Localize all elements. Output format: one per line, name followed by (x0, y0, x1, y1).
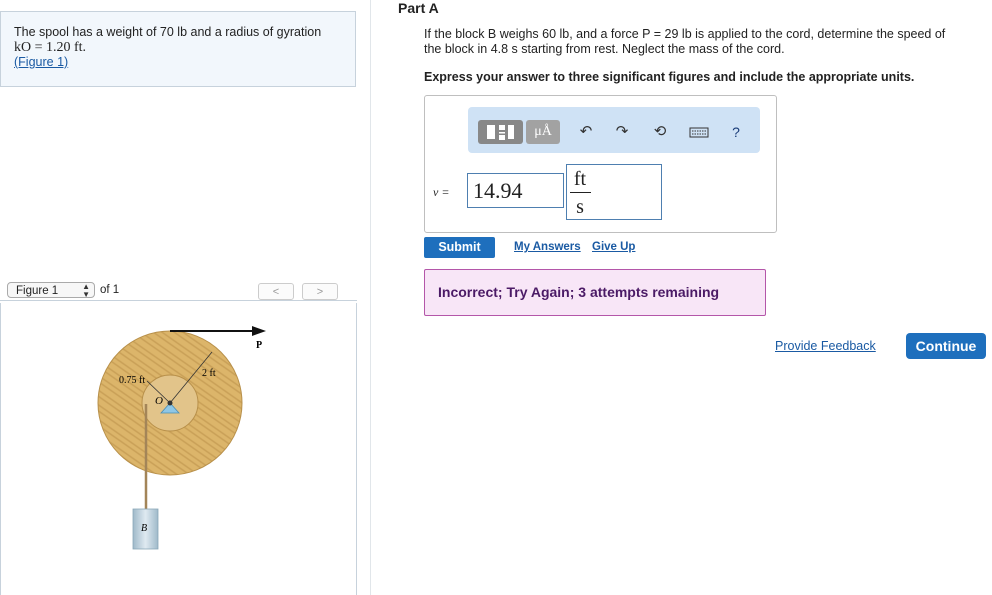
feedback-message: Incorrect; Try Again; 3 attempts remaini… (424, 269, 766, 316)
force-arrow-icon (252, 326, 266, 336)
math-toolbar: μÅ ↶ ↷ ⟲ ? (468, 107, 760, 153)
submit-button[interactable]: Submit (424, 237, 495, 258)
unit-fraction-bar (570, 192, 591, 193)
provide-feedback-link[interactable]: Provide Feedback (775, 339, 876, 353)
templates-button[interactable] (478, 120, 523, 144)
reset-icon[interactable]: ⟲ (648, 120, 672, 144)
problem-text: The spool has a weight of 70 lb and a ra… (14, 25, 322, 39)
units-button[interactable]: μÅ (526, 120, 560, 144)
inner-radius-label: 0.75 ft (119, 375, 145, 386)
spool-figure: 2 ft 0.75 ft O P B (97, 326, 266, 550)
my-answers-link[interactable]: My Answers (514, 241, 581, 253)
figure-count: of 1 (100, 284, 120, 296)
figure-select[interactable]: Figure 1 ▲ ▼ (7, 282, 95, 299)
center-pin (167, 400, 173, 406)
instruction-text: Express your answer to three significant… (424, 70, 915, 84)
center-label: O (155, 395, 163, 407)
problem-statement: The spool has a weight of 70 lb and a ra… (0, 11, 356, 87)
part-title: Part A (398, 0, 439, 16)
force-label: P (256, 340, 262, 351)
outer-radius-label: 2 ft (202, 368, 216, 379)
answer-value-input[interactable]: 14.94 (467, 173, 564, 208)
problem-radius-of-gyration: kO = 1.20 ft. (14, 40, 87, 55)
unit-numerator: ft (573, 168, 587, 190)
question-line1: If the block B weighs 60 lb, and a force… (424, 27, 946, 41)
keyboard-shape (689, 127, 709, 138)
column-divider (370, 0, 371, 595)
question-line2: the block in 4.8 s starting from rest. N… (424, 42, 785, 56)
unit-denominator: s (576, 196, 584, 218)
figure-select-value: Figure 1 (16, 285, 59, 297)
figure-link[interactable]: (Figure 1) (14, 55, 68, 69)
next-figure-button[interactable]: > (302, 283, 338, 300)
block-label: B (141, 523, 147, 534)
question-text: If the block B weighs 60 lb, and a force… (424, 27, 984, 57)
select-arrows-icon: ▲ ▼ (82, 282, 90, 299)
continue-button[interactable]: Continue (906, 333, 986, 359)
undo-icon[interactable]: ↶ (576, 120, 596, 144)
give-up-link[interactable]: Give Up (592, 241, 635, 253)
variable-label: v = (433, 185, 450, 199)
redo-icon[interactable]: ↷ (612, 120, 632, 144)
fraction-template-icon (487, 125, 514, 140)
prev-figure-button[interactable]: < (258, 283, 294, 300)
help-button[interactable]: ? (726, 120, 746, 144)
keyboard-icon[interactable] (686, 120, 712, 144)
